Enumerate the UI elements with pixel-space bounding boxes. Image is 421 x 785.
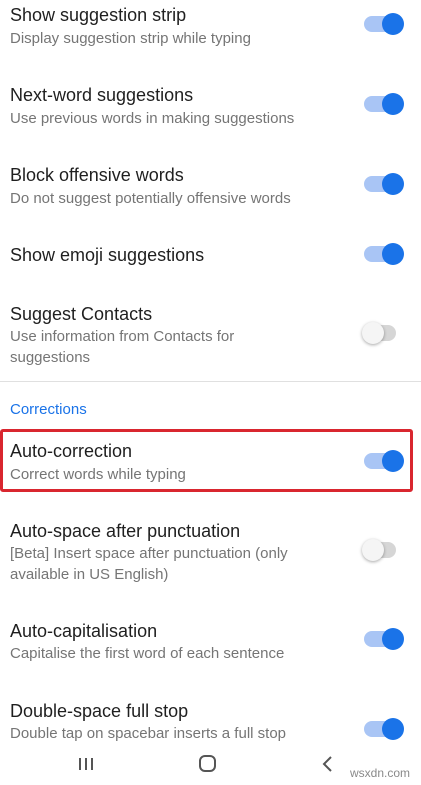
- toggle-switch[interactable]: [362, 12, 408, 36]
- watermark: wsxdn.com: [350, 766, 411, 780]
- setting-auto-space-after-punctuation[interactable]: Auto-space after punctuation [Beta] Inse…: [0, 517, 421, 587]
- setting-title: Next-word suggestions: [10, 85, 194, 105]
- setting-title: Auto-capitalisation: [10, 621, 158, 641]
- setting-suggest-contacts[interactable]: Suggest Contacts Use information from Co…: [0, 300, 421, 370]
- back-icon[interactable]: [318, 753, 338, 780]
- toggle-switch[interactable]: [362, 172, 408, 196]
- setting-summary: Use previous words in making suggestions: [10, 110, 295, 127]
- setting-auto-capitalisation[interactable]: Auto-capitalisation Capitalise the first…: [0, 617, 421, 667]
- toggle-switch[interactable]: [362, 92, 408, 116]
- setting-next-word-suggestions[interactable]: Next-word suggestions Use previous words…: [0, 80, 421, 140]
- section-divider: [0, 381, 421, 382]
- setting-show-suggestion-strip[interactable]: Show suggestion strip Display suggestion…: [0, 0, 421, 60]
- home-icon[interactable]: [196, 753, 220, 780]
- setting-show-emoji-suggestions[interactable]: Show emoji suggestions: [0, 240, 421, 280]
- setting-summary: Do not suggest potentially offensive wor…: [10, 190, 291, 207]
- setting-summary: Use information from Contacts for sugges…: [10, 328, 235, 366]
- highlight-box: [0, 429, 413, 492]
- setting-summary: Double tap on spacebar inserts a full st…: [10, 725, 286, 742]
- toggle-switch[interactable]: [362, 242, 408, 266]
- recent-apps-icon[interactable]: [76, 753, 96, 780]
- setting-summary: Capitalise the first word of each senten…: [10, 645, 285, 662]
- category-header-corrections: Corrections: [10, 401, 87, 418]
- toggle-switch[interactable]: [362, 538, 408, 562]
- setting-block-offensive-words[interactable]: Block offensive words Do not suggest pot…: [0, 160, 421, 220]
- setting-title: Auto-space after punctuation: [10, 521, 241, 541]
- setting-title: Suggest Contacts: [10, 304, 153, 324]
- toggle-switch[interactable]: [362, 717, 408, 741]
- setting-title: Show emoji suggestions: [10, 245, 205, 265]
- setting-title: Double-space full stop: [10, 701, 189, 721]
- toggle-switch[interactable]: [362, 627, 408, 651]
- setting-summary: Display suggestion strip while typing: [10, 30, 251, 47]
- toggle-switch[interactable]: [362, 321, 408, 345]
- setting-title: Show suggestion strip: [10, 5, 187, 25]
- setting-summary: [Beta] Insert space after punctuation (o…: [10, 545, 288, 583]
- setting-title: Block offensive words: [10, 165, 184, 185]
- setting-double-space-full-stop[interactable]: Double-space full stop Double tap on spa…: [0, 697, 421, 745]
